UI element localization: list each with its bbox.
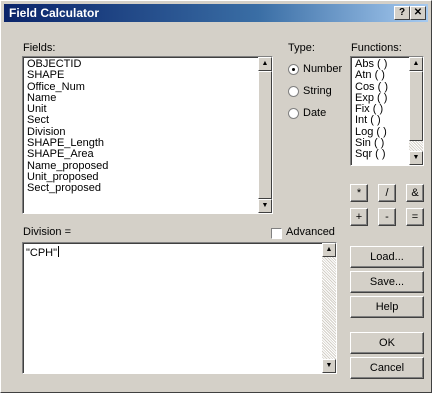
load-button[interactable]: Load... — [350, 246, 424, 268]
radio-number-label[interactable]: Number — [303, 63, 342, 75]
expression-scrollbar[interactable]: ▲ ▼ — [322, 243, 336, 373]
help-button[interactable]: Help — [350, 296, 424, 318]
fields-label: Fields: — [23, 42, 56, 54]
field-list-item[interactable]: Sect_proposed — [24, 182, 108, 194]
radio-string-label[interactable]: String — [303, 85, 332, 97]
function-list-item[interactable]: Atn ( ) — [352, 69, 388, 81]
functions-scrollbar[interactable]: ▲ ▼ — [409, 57, 423, 165]
cancel-button[interactable]: Cancel — [350, 357, 424, 379]
expr-scroll-up-icon[interactable]: ▲ — [322, 243, 336, 257]
advanced-check-icon[interactable] — [271, 228, 282, 239]
functions-items: Abs ( ) Atn ( ) Cos ( ) Exp ( ) Fix ( ) Int (… — [352, 58, 388, 161]
expression-text-line[interactable]: "CPH" — [26, 246, 60, 259]
ok-button[interactable]: OK — [350, 332, 424, 354]
operator-multiply-button[interactable]: * — [350, 184, 368, 202]
help-title-button[interactable]: ? — [394, 6, 410, 20]
fields-items: OBJECTID SHAPE Office_Num Name Unit Sect Divis… — [24, 58, 108, 195]
text-caret — [58, 246, 60, 257]
expr-scroll-down-icon[interactable]: ▼ — [322, 359, 336, 373]
func-scroll-up-icon[interactable]: ▲ — [409, 57, 423, 71]
func-scroll-thumb[interactable] — [409, 71, 423, 141]
close-button[interactable]: ✕ — [410, 6, 426, 20]
type-label: Type: — [288, 42, 315, 54]
fields-scrollbar[interactable]: ▲ ▼ — [258, 57, 272, 213]
radio-number-icon[interactable] — [288, 64, 299, 75]
field-list-item[interactable]: SHAPE — [24, 69, 108, 81]
operator-equals-button[interactable]: = — [406, 208, 424, 226]
scroll-thumb[interactable] — [258, 71, 272, 199]
radio-date-label[interactable]: Date — [303, 107, 326, 119]
field-list-item[interactable]: SHAPE_Area — [24, 149, 108, 161]
function-list-item[interactable]: Sqr ( ) — [352, 149, 388, 161]
scroll-up-icon[interactable]: ▲ — [258, 57, 272, 71]
func-scroll-down-icon[interactable]: ▼ — [409, 151, 423, 165]
operator-minus-button[interactable]: - — [378, 208, 396, 226]
radio-string-icon[interactable] — [288, 86, 299, 97]
expression-text[interactable]: "CPH" — [26, 247, 57, 259]
operator-divide-button[interactable]: / — [378, 184, 396, 202]
save-button[interactable]: Save... — [350, 271, 424, 293]
fields-list[interactable]: OBJECTID SHAPE Office_Num Name Unit Sect Divis… — [22, 56, 273, 214]
title-bar[interactable]: Field Calculator ? ✕ — [4, 4, 428, 22]
expression-editor[interactable]: "CPH" ▲ ▼ — [22, 242, 337, 374]
functions-label: Functions: — [351, 42, 402, 54]
expression-label: Division = — [23, 226, 71, 238]
radio-date-icon[interactable] — [288, 108, 299, 119]
functions-list[interactable]: Abs ( ) Atn ( ) Cos ( ) Exp ( ) Fix ( ) Int (… — [350, 56, 424, 166]
field-calculator-window: Field Calculator ? ✕ Fields: OBJECTID SHA… — [0, 0, 432, 393]
scroll-down-icon[interactable]: ▼ — [258, 199, 272, 213]
operator-plus-button[interactable]: + — [350, 208, 368, 226]
window-title: Field Calculator — [9, 6, 100, 20]
operator-concat-button[interactable]: & — [406, 184, 424, 202]
advanced-label[interactable]: Advanced — [286, 226, 335, 238]
